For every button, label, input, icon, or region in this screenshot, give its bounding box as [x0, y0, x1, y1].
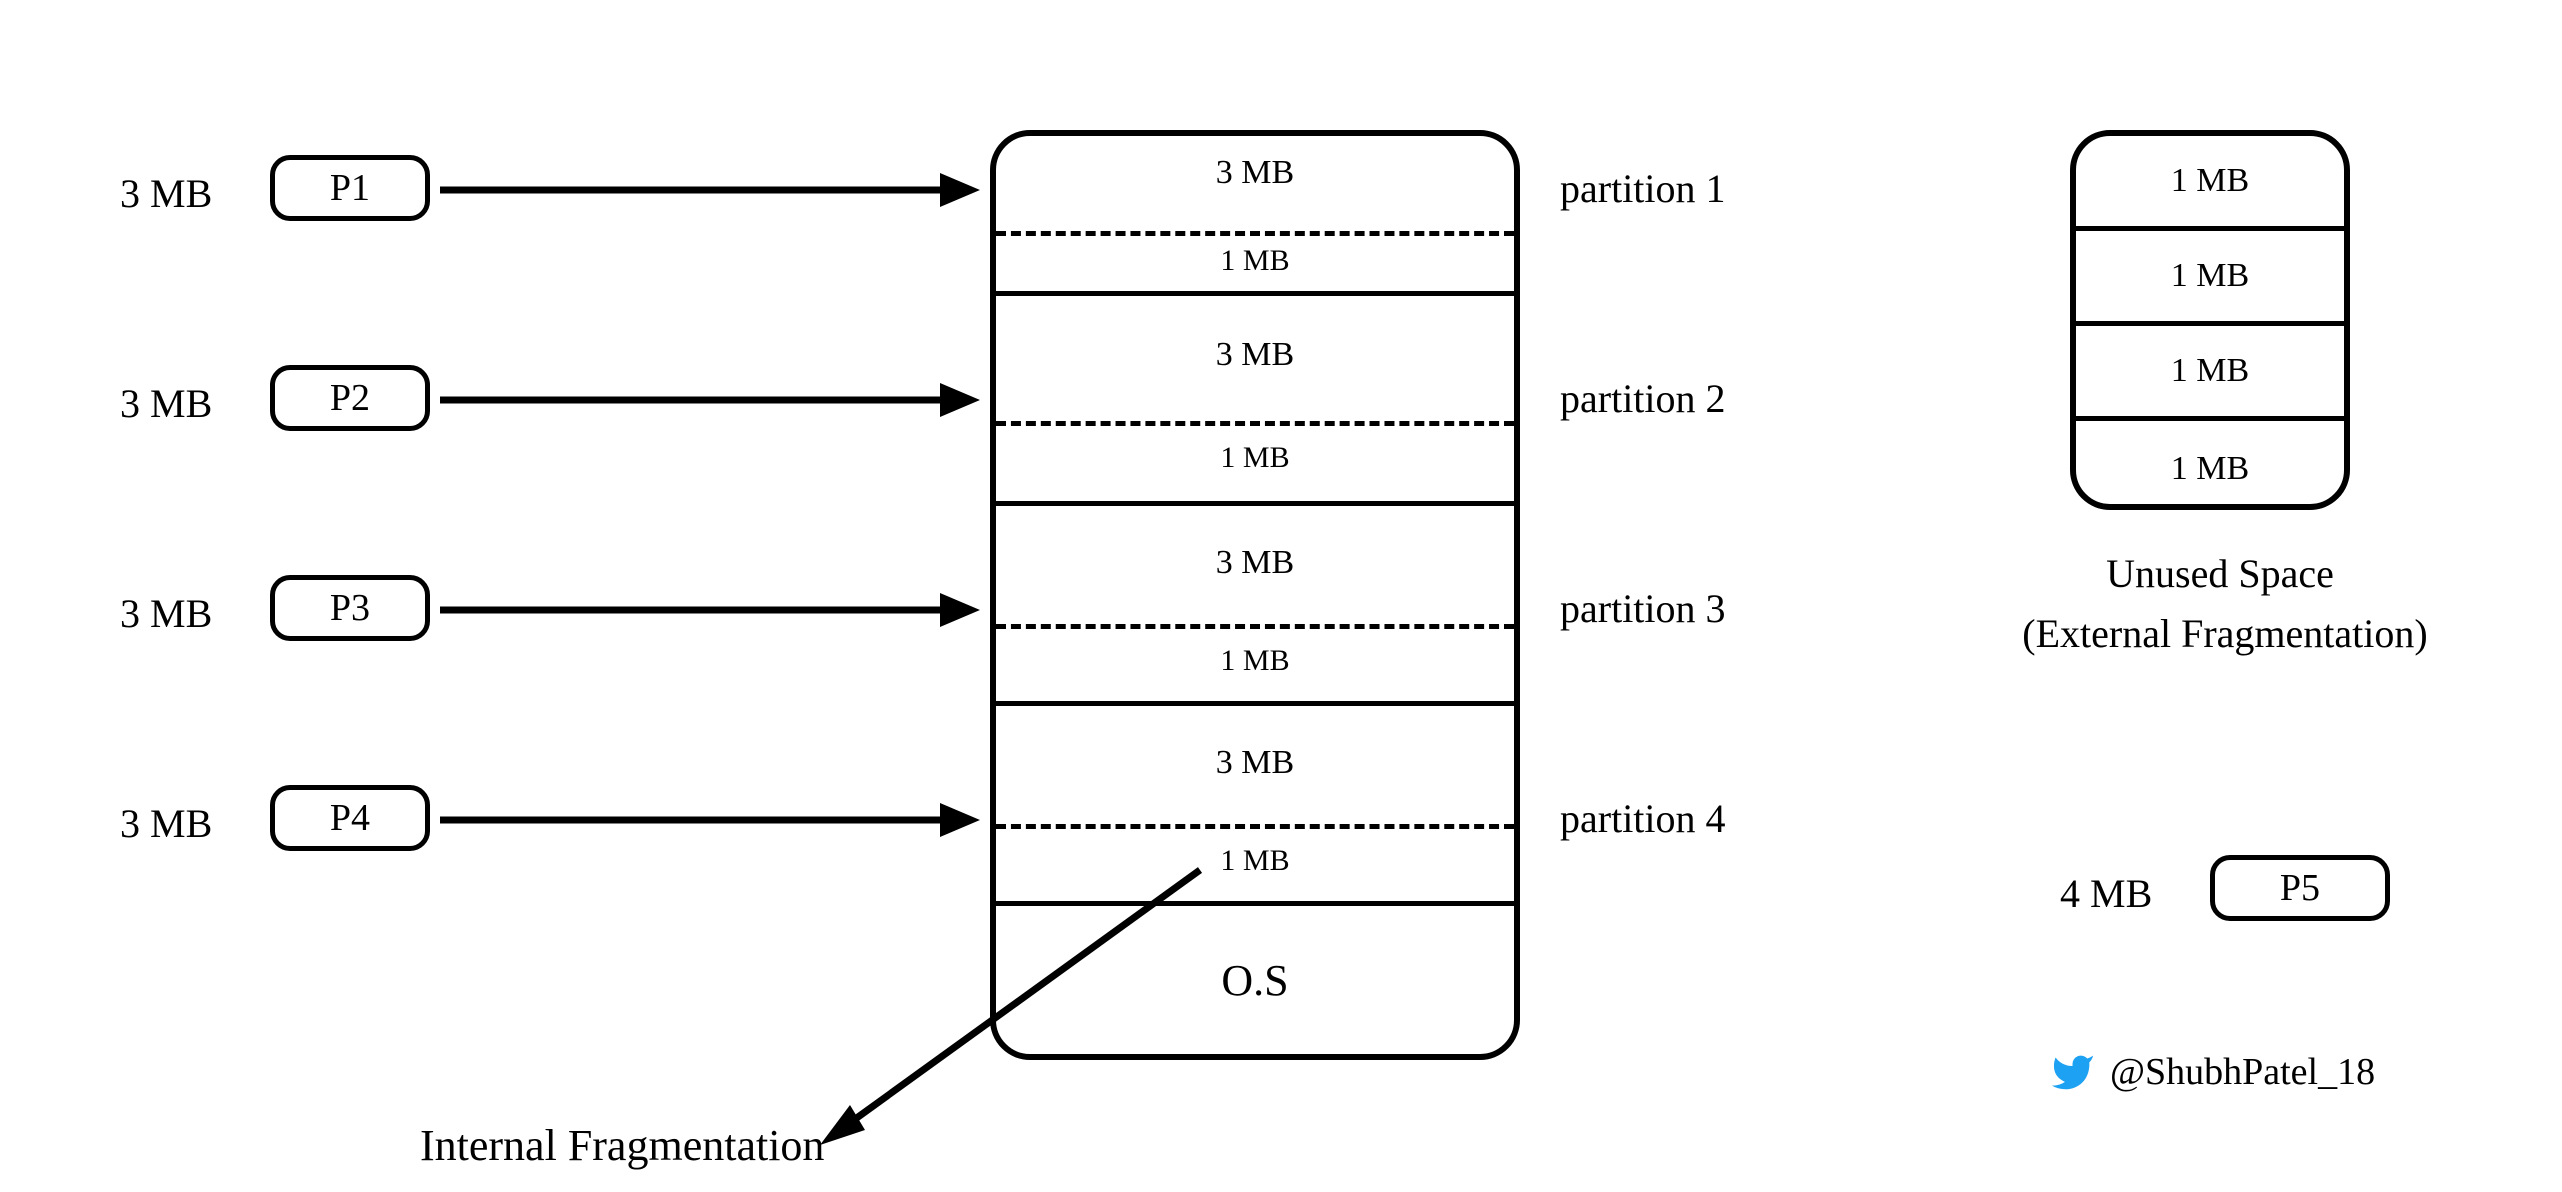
dash-divider [996, 824, 1514, 829]
process-name: P5 [2280, 866, 2320, 910]
twitter-handle: @ShubhPatel_18 [2110, 1050, 2375, 1096]
partition-bottom-size: 1 MB [996, 441, 1514, 475]
partition-3: 3 MB 1 MB [996, 506, 1514, 706]
process-name: P4 [330, 796, 370, 840]
unused-space-box: 1 MB 1 MB 1 MB 1 MB [2070, 130, 2350, 510]
partition-1: 3 MB 1 MB [996, 136, 1514, 296]
arrow-p1 [440, 165, 990, 225]
partition-label-2: partition 2 [1560, 375, 1726, 422]
partition-bottom-size: 1 MB [996, 644, 1514, 678]
partition-top-size: 3 MB [996, 154, 1514, 192]
process-box-p5: P5 [2210, 855, 2390, 921]
process-box-p1: P1 [270, 155, 430, 221]
twitter-icon [2050, 1050, 2095, 1100]
partition-label-4: partition 4 [1560, 795, 1726, 842]
internal-fragmentation-arrow [800, 870, 1220, 1170]
unused-row: 1 MB [2076, 136, 2344, 231]
unused-caption-2: (External Fragmentation) [1930, 610, 2520, 657]
partition-label-1: partition 1 [1560, 165, 1726, 212]
partition-bottom-size: 1 MB [996, 244, 1514, 278]
internal-fragmentation-label: Internal Fragmentation [420, 1120, 824, 1173]
partition-top-size: 3 MB [996, 544, 1514, 582]
process-box-p2: P2 [270, 365, 430, 431]
partition-2: 3 MB 1 MB [996, 296, 1514, 506]
process-size-label: 3 MB [120, 170, 212, 218]
partition-top-size: 3 MB [996, 744, 1514, 782]
process-size-label: 3 MB [120, 380, 212, 428]
process-size-label: 3 MB [120, 800, 212, 848]
arrow-p4 [440, 795, 990, 855]
arrow-p2 [440, 375, 990, 435]
dash-divider [996, 421, 1514, 426]
process-name: P2 [330, 376, 370, 420]
partition-top-size: 3 MB [996, 336, 1514, 374]
process-box-p3: P3 [270, 575, 430, 641]
partition-label-3: partition 3 [1560, 585, 1726, 632]
unused-row: 1 MB [2076, 326, 2344, 421]
unused-row: 1 MB [2076, 421, 2344, 516]
unused-caption-1: Unused Space [1960, 550, 2480, 597]
process-size-label: 3 MB [120, 590, 212, 638]
dash-divider [996, 624, 1514, 629]
process-box-p4: P4 [270, 785, 430, 851]
arrow-p3 [440, 585, 990, 645]
process-name: P3 [330, 586, 370, 630]
os-label: O.S [1221, 955, 1288, 1006]
process-name: P1 [330, 166, 370, 210]
unused-row: 1 MB [2076, 231, 2344, 326]
waiting-process-size: 4 MB [2060, 870, 2152, 918]
dash-divider [996, 231, 1514, 236]
